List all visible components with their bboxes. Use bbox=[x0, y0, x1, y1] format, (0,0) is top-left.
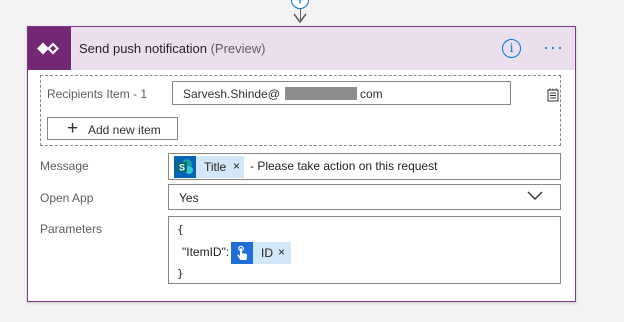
recipient-email-suffix: com bbox=[360, 87, 383, 101]
more-options-icon[interactable]: ··· bbox=[543, 37, 567, 57]
recipients-array: Recipients Item - 1 Sarvesh.Shinde@ com … bbox=[40, 75, 561, 146]
remove-token-icon[interactable]: × bbox=[233, 159, 240, 173]
title-token-label: Title bbox=[204, 160, 227, 174]
plus-icon: + bbox=[67, 118, 79, 139]
connector-arrow-icon bbox=[293, 13, 307, 24]
id-token[interactable]: ID × bbox=[231, 242, 291, 264]
open-app-dropdown[interactable]: Yes bbox=[168, 184, 561, 210]
id-token-label: ID bbox=[261, 246, 273, 260]
touch-icon bbox=[231, 242, 253, 264]
action-header[interactable]: Send push notification (Preview) i ··· bbox=[28, 27, 575, 70]
notification-connector-icon bbox=[37, 42, 59, 55]
switch-to-array-input-icon[interactable] bbox=[546, 88, 560, 102]
power-automate-logo bbox=[28, 27, 71, 70]
recipient-email-prefix: Sarvesh.Shinde@ bbox=[183, 87, 280, 101]
open-brace: { bbox=[177, 223, 184, 236]
parameters-field[interactable]: { "ItemID": ID × } bbox=[168, 216, 561, 284]
message-text: - Please take action on this request bbox=[250, 159, 438, 173]
recipient-email-field[interactable]: Sarvesh.Shinde@ com bbox=[172, 81, 511, 105]
close-brace: } bbox=[177, 267, 184, 280]
action-title: Send push notification (Preview) bbox=[79, 41, 265, 56]
open-app-value: Yes bbox=[179, 191, 199, 205]
remove-token-icon[interactable]: × bbox=[278, 245, 285, 259]
sharepoint-icon: S bbox=[174, 156, 196, 178]
message-label: Message bbox=[40, 159, 89, 173]
svg-text:S: S bbox=[179, 163, 185, 173]
chevron-down-icon bbox=[527, 191, 543, 200]
add-new-item-button[interactable]: + Add new item bbox=[47, 117, 178, 140]
add-step-button[interactable]: + bbox=[291, 0, 309, 9]
preview-tag: (Preview) bbox=[210, 41, 266, 56]
redacted-region bbox=[285, 87, 357, 100]
parameters-label: Parameters bbox=[40, 222, 103, 236]
itemid-key: "ItemID": bbox=[182, 245, 230, 259]
info-icon[interactable]: i bbox=[502, 39, 521, 58]
action-card: Send push notification (Preview) i ··· R… bbox=[27, 26, 576, 302]
add-new-item-label: Add new item bbox=[88, 123, 161, 137]
title-token[interactable]: S Title × bbox=[174, 156, 244, 178]
action-title-text: Send push notification bbox=[79, 41, 207, 56]
open-app-label: Open App bbox=[40, 191, 94, 205]
message-field[interactable]: S Title × - Please take action on this r… bbox=[168, 153, 561, 180]
recipients-item-label: Recipients Item - 1 bbox=[47, 87, 148, 101]
